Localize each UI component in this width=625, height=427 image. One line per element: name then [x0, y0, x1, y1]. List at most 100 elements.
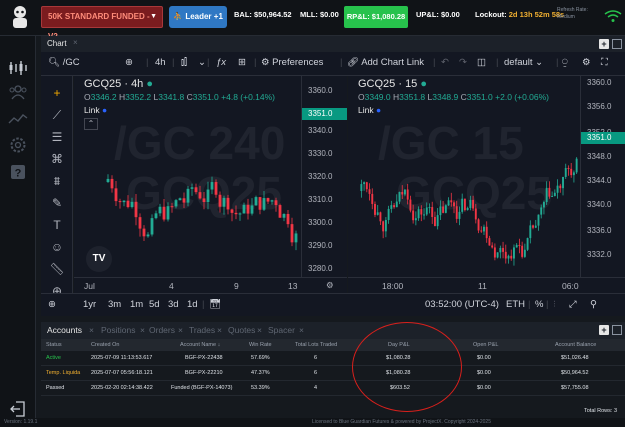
percent-toggle[interactable]: %	[535, 299, 543, 310]
quick-search-icon[interactable]: ⍜	[562, 57, 568, 68]
add-chart-link-button[interactable]: 🔗︎ Add Chart Link	[347, 57, 424, 68]
maximize-icon[interactable]	[612, 325, 622, 335]
refresh-rate-value: Medium	[557, 14, 575, 20]
collapse-legend-icon[interactable]: ⌃	[84, 118, 98, 130]
layout-select[interactable]: default ⌄	[504, 57, 543, 68]
undo-icon[interactable]: ↶	[441, 57, 449, 68]
time-axis[interactable]: 18:00 11 06:0	[348, 277, 625, 293]
table-row[interactable]: Temp. Liquida 2025-07-07 05:56:18.121 BG…	[41, 366, 625, 381]
col-total-lots[interactable]: Total Lots Traded	[295, 342, 337, 348]
candle-body	[444, 205, 447, 213]
price-axis[interactable]: 3360.0 3356.0 3352.0 3348.0 3344.0 3340.…	[580, 76, 625, 293]
axis-settings-icon[interactable]: ⚙	[326, 280, 334, 291]
tab-close-icon[interactable]: ×	[89, 325, 94, 335]
add-panel-icon[interactable]: +	[599, 39, 609, 49]
candle-body	[567, 167, 570, 169]
session-button[interactable]: ETH	[506, 299, 525, 310]
range-3d[interactable]: 3d	[168, 299, 179, 310]
fullscreen-icon[interactable]: ⛶	[601, 57, 608, 68]
chart-settings-icon[interactable]: ⚙	[582, 57, 591, 68]
tab-spacer[interactable]: Spacer	[268, 325, 295, 335]
candle-body	[458, 211, 461, 219]
symbol-search[interactable]: 🔍︎ /GC	[48, 57, 80, 68]
time-axis[interactable]: Jul 4 9 13 ⚙	[74, 277, 347, 293]
tab-close-icon[interactable]: ×	[178, 325, 183, 335]
candle-body	[387, 208, 390, 220]
maximize-icon[interactable]	[612, 39, 622, 49]
col-win-rate[interactable]: Win Rate	[249, 342, 272, 348]
col-open-pnl[interactable]: Open P&L	[473, 342, 498, 348]
preferences-button[interactable]: ⚙ Preferences	[261, 57, 323, 68]
refresh-rate-label: Refresh Rate:	[557, 7, 588, 13]
chart-type-icon[interactable]: ⫾⫿	[181, 57, 187, 68]
y-tick: 3300.0	[308, 218, 333, 227]
link-indicator[interactable]: Link ●	[84, 105, 107, 115]
add-panel-icon[interactable]: +	[599, 325, 609, 335]
range-3m[interactable]: 3m	[108, 299, 121, 310]
candle-body	[286, 213, 290, 225]
log-icon[interactable]: ⁝	[553, 299, 556, 310]
auto-scale-icon[interactable]: ⤢	[569, 299, 577, 310]
range-1d[interactable]: 1d	[187, 299, 198, 310]
fib-icon[interactable]: ☰	[48, 128, 66, 146]
range-5d[interactable]: 5d	[149, 299, 160, 310]
crosshair-icon[interactable]: +	[48, 84, 66, 102]
indicators-icon[interactable]: ƒx	[216, 57, 226, 68]
chart-pane-4h[interactable]: /GC 240 GCQ25 GCQ25 · 4h ● O3346.2 H3352…	[74, 76, 347, 293]
tab-trades[interactable]: Trades	[189, 325, 215, 335]
account-selector[interactable]: 50K STANDARD FUNDED - V2... ▼	[41, 6, 163, 41]
magnet-icon[interactable]: ⚲	[590, 299, 597, 310]
zoom-icon[interactable]: ⊕	[48, 299, 56, 310]
pattern-icon[interactable]: ⌘	[48, 150, 66, 168]
trendline-icon[interactable]: ⟋	[48, 106, 66, 124]
link-indicator[interactable]: Link ●	[358, 105, 381, 115]
candle-body	[178, 198, 182, 201]
range-1m[interactable]: 1m	[130, 299, 143, 310]
chart-pane-15m[interactable]: /GC 15 GCQ25 GCQ25 · 15 ● O3349.0 H3351.…	[348, 76, 625, 293]
interval-button[interactable]: 4h	[155, 57, 166, 68]
candle-body	[118, 201, 122, 203]
tab-close-icon[interactable]: ×	[299, 325, 304, 335]
leader-button[interactable]: ⛹ Leader +1	[169, 6, 227, 28]
users-icon[interactable]	[7, 84, 29, 106]
emoji-icon[interactable]: ☺	[48, 238, 66, 256]
help-icon[interactable]: ?	[7, 164, 29, 186]
chart-icon[interactable]	[7, 60, 29, 82]
table-row[interactable]: Active 2025-07-09 11:13:53.617 BGF-PX-22…	[41, 351, 625, 366]
redo-icon[interactable]: ↷	[459, 57, 467, 68]
brush-icon[interactable]: ✎	[48, 194, 66, 212]
add-symbol-icon[interactable]: ⊕	[125, 57, 133, 68]
activity-icon[interactable]	[7, 110, 29, 132]
date-range-icon[interactable]: 📅︎	[209, 299, 221, 310]
col-created[interactable]: Created On	[91, 342, 119, 348]
ruler-icon[interactable]: 📏︎	[48, 260, 66, 278]
tab-quotes[interactable]: Quotes	[228, 325, 255, 335]
refresh-rate[interactable]: Refresh Rate: Medium	[557, 7, 588, 21]
col-account-name[interactable]: Account Name ↓	[180, 342, 220, 348]
tab-accounts[interactable]: Accounts	[47, 325, 82, 335]
tab-chart[interactable]: Chart	[47, 39, 67, 48]
table-row[interactable]: Passed 2025-02-20 02:14:38.422 Funded (B…	[41, 381, 625, 396]
tab-positions[interactable]: Positions	[101, 325, 136, 335]
col-account-balance[interactable]: Account Balance	[555, 342, 596, 348]
chart-type-chevron-icon[interactable]: ⌄	[198, 57, 206, 68]
tab-close-icon[interactable]: ×	[217, 325, 222, 335]
tab-close-icon[interactable]: ×	[140, 325, 145, 335]
y-tick: 3310.0	[308, 195, 333, 204]
settings-icon[interactable]	[7, 136, 29, 158]
col-status[interactable]: Status	[46, 342, 62, 348]
templates-icon[interactable]: ⊞	[238, 57, 246, 68]
price-axis[interactable]: 3360.0 3340.0 3330.0 3320.0 3310.0 3300.…	[301, 76, 347, 293]
ohlc-legend: O3346.2 H3352.2 L3341.8 C3351.0 +4.8 (+0…	[84, 92, 275, 102]
candle-body	[194, 187, 198, 193]
layout-icon[interactable]: ◫	[477, 57, 486, 68]
clock-time[interactable]: 03:52:00 (UTC-4)	[425, 299, 499, 310]
text-icon[interactable]: T	[48, 216, 66, 234]
chart-tab-close-icon[interactable]: ×	[73, 38, 78, 47]
projection-icon[interactable]: ⩩	[48, 172, 66, 190]
range-1yr[interactable]: 1yr	[83, 299, 96, 310]
candle-body	[548, 187, 551, 197]
tab-orders[interactable]: Orders	[149, 325, 175, 335]
tab-close-icon[interactable]: ×	[257, 325, 262, 335]
candle-body	[439, 206, 442, 216]
